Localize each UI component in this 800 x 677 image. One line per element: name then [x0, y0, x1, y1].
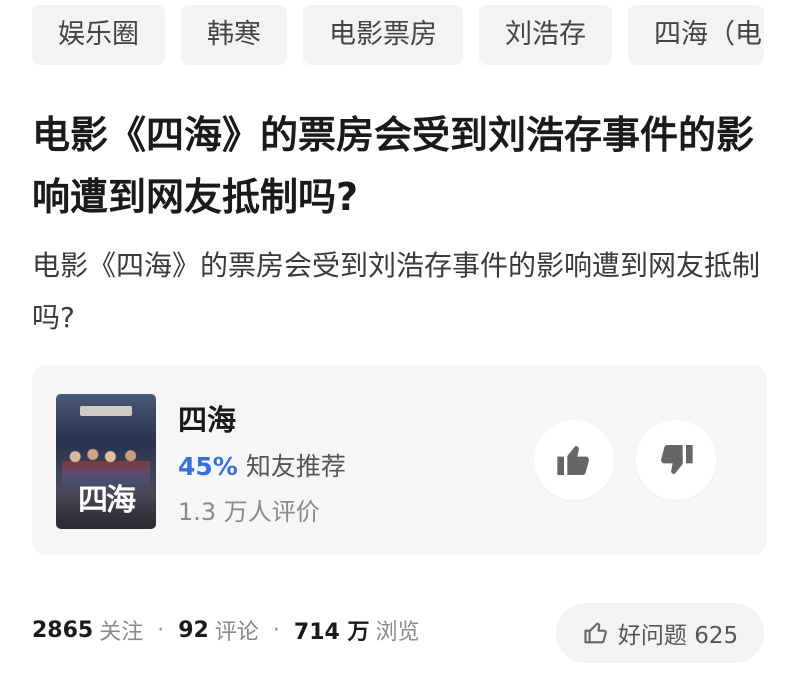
poster-banner	[80, 406, 132, 416]
movie-card[interactable]: 四海 四海 45% 知友推荐 1.3 万人评价	[32, 365, 767, 555]
question-stats: 2865 关注 · 92 评论 · 714 万 浏览	[32, 614, 420, 646]
good-question-button[interactable]: 好问题 625	[556, 603, 764, 663]
separator-dot: ·	[272, 617, 280, 643]
comment-count: 92	[178, 617, 209, 643]
question-title: 电影《四海》的票房会受到刘浩存事件的影响遭到网友抵制吗?	[32, 113, 755, 219]
recommend-label: 知友推荐	[245, 452, 346, 481]
topic-tag[interactable]: 电影票房	[303, 5, 463, 65]
recommend-percent: 45%	[178, 452, 238, 481]
view-count: 714 万	[293, 620, 370, 645]
topic-tag[interactable]: 娱乐圈	[32, 5, 165, 65]
good-question-label: 好问题 625	[617, 623, 739, 649]
movie-poster[interactable]: 四海	[56, 394, 156, 529]
topic-tag[interactable]: 刘浩存	[479, 5, 612, 65]
question-description: 电影《四海》的票房会受到刘浩存事件的影响遭到网友抵制吗?	[32, 249, 761, 334]
poster-title: 四海	[78, 483, 136, 518]
ratings-count: 1.3 万人评价	[178, 498, 320, 526]
thumb-down-button[interactable]	[636, 420, 716, 500]
recommend-line: 45% 知友推荐	[178, 447, 346, 483]
movie-name[interactable]: 四海	[178, 397, 236, 439]
thumb-up-outline-icon	[584, 622, 607, 644]
view-label: 浏览	[375, 620, 420, 645]
comment-label[interactable]: 评论	[215, 614, 259, 646]
thumb-up-icon	[557, 446, 589, 475]
topic-tag[interactable]: 韩寒	[181, 5, 287, 65]
follow-count: 2865	[32, 617, 94, 643]
topic-tag[interactable]: 四海（电	[628, 5, 764, 65]
follow-label[interactable]: 关注	[99, 614, 143, 646]
separator-dot: ·	[157, 617, 165, 643]
poster-light	[56, 394, 156, 442]
thumb-up-button[interactable]	[534, 420, 614, 500]
topic-tags: 娱乐圈 韩寒 电影票房 刘浩存 四海（电	[32, 5, 764, 65]
thumb-down-icon	[661, 445, 693, 474]
